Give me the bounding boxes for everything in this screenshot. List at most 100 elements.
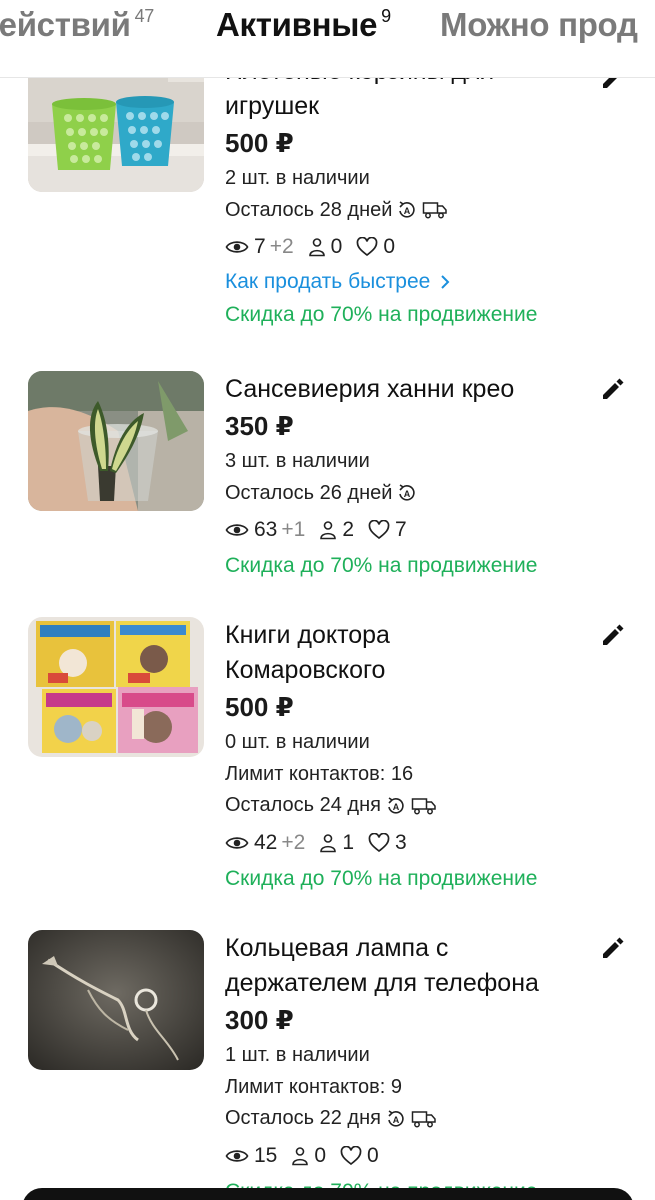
remaining-row: Осталось 22 дня A (225, 1103, 605, 1135)
tab-no-actions[interactable]: действий47 (0, 6, 154, 44)
svg-text:A: A (393, 802, 400, 812)
auto-renew-icon: A (385, 795, 407, 817)
heart-icon (356, 237, 378, 257)
contact-limit-text: Лимит контактов: 9 (225, 1075, 403, 1098)
pencil-icon[interactable] (599, 621, 627, 649)
remaining-row: Осталось 26 дней A (225, 478, 605, 510)
heart-icon (368, 832, 390, 852)
contact-limit-text: Лимит контактов: 16 (225, 762, 414, 785)
listing-title[interactable]: Сансевиерия ханни крео (225, 372, 605, 407)
heart-icon (368, 520, 390, 540)
stock-text: 0 шт. в наличии (225, 731, 370, 753)
person-icon (308, 238, 325, 257)
views-stat: 42 +2 (225, 824, 305, 862)
listing-tabs: действий47 Активные9 Можно прод (0, 0, 655, 78)
listing-price: 350 ₽ (225, 411, 294, 441)
remaining-text: Осталось 28 дней (225, 198, 393, 221)
favorites-count: 3 (395, 830, 407, 854)
truck-icon (411, 796, 437, 816)
promo-link[interactable]: Скидка до 70% на продвижение (225, 549, 605, 582)
favorites-stat: 0 (356, 228, 395, 266)
auto-renew-icon: A (396, 482, 418, 504)
listing-price: 500 ₽ (225, 128, 294, 158)
stats-row: 7 +2 0 0 (225, 228, 605, 266)
bottom-navigation-bar[interactable] (22, 1188, 634, 1200)
eye-icon (225, 524, 249, 536)
svg-text:A: A (404, 489, 411, 499)
listing-photo[interactable] (28, 617, 204, 757)
views-plus: +2 (281, 830, 306, 854)
svg-text:A: A (393, 1115, 400, 1125)
favorites-stat: 7 (368, 511, 407, 549)
favorites-count: 7 (395, 518, 407, 541)
tab-active[interactable]: Активные 9 (216, 6, 391, 44)
listing-photo[interactable] (28, 930, 204, 1070)
promo-link[interactable]: Скидка до 70% на продвижение (225, 862, 605, 895)
contacts-stat: 0 (308, 228, 343, 266)
contacts-count: 2 (342, 518, 354, 541)
favorites-stat: 3 (368, 824, 407, 862)
views-count: 42 (254, 830, 278, 854)
listing-info: Книги доктора Комаровского 500 ₽ 0 шт. в… (225, 618, 605, 895)
eye-icon (225, 1149, 249, 1162)
contacts-count: 0 (314, 1143, 327, 1167)
listing-info: Кольцевая лампа с держателем для телефон… (225, 931, 605, 1200)
views-plus: +1 (281, 518, 306, 541)
stats-row: 63 +1 2 7 (225, 511, 605, 549)
listing-title[interactable]: Кольцевая лампа с (225, 931, 605, 966)
person-icon (292, 1146, 309, 1165)
listing-title-cont[interactable]: игрушек (225, 89, 605, 124)
remaining-text: Осталось 26 дней (225, 481, 393, 504)
truck-icon (411, 1109, 437, 1129)
stats-row: 15 0 0 (225, 1137, 605, 1175)
auto-renew-icon: A (396, 199, 418, 221)
heart-icon (340, 1145, 362, 1165)
contacts-count: 1 (342, 830, 354, 854)
stock-text: 1 шт. в наличии (225, 1044, 370, 1066)
svg-text:A: A (404, 206, 411, 216)
favorites-stat: 0 (340, 1137, 379, 1175)
stats-row: 42 +2 1 3 (225, 824, 605, 862)
contacts-count: 0 (330, 235, 343, 258)
favorites-count: 0 (367, 1143, 379, 1167)
listing-title-cont[interactable]: держателем для телефона (225, 966, 605, 1001)
tab-label: действий (0, 6, 131, 43)
favorites-count: 0 (383, 235, 396, 258)
listing-price: 300 ₽ (225, 1005, 294, 1035)
sell-faster-link[interactable]: Как продать быстрее (225, 266, 605, 298)
listing-info: Сансевиерия ханни крео 350 ₽ 3 шт. в нал… (225, 372, 605, 582)
remaining-row: Осталось 28 дней A (225, 195, 605, 227)
auto-renew-icon: A (385, 1108, 407, 1130)
views-count: 15 (254, 1143, 278, 1167)
tab-can-sell[interactable]: Можно прод (440, 6, 638, 44)
views-stat: 63 +1 (225, 511, 305, 549)
remaining-row: Осталось 24 дня A (225, 790, 605, 822)
remaining-text: Осталось 24 дня (225, 794, 381, 816)
listing-title[interactable]: Книги доктора (225, 618, 605, 653)
tab-count: 47 (134, 6, 155, 26)
views-count: 7 (254, 235, 266, 258)
listing-info: Плетёные корзины для игрушек 500 ₽ 2 шт.… (225, 54, 605, 331)
sell-faster-label: Как продать быстрее (225, 270, 431, 293)
tab-count: 9 (381, 6, 391, 26)
pencil-icon[interactable] (599, 934, 627, 962)
contacts-stat: 2 (319, 511, 354, 549)
remaining-text: Осталось 22 дня (225, 1107, 381, 1129)
listing-photo[interactable] (28, 371, 204, 511)
eye-icon (225, 241, 249, 253)
contacts-stat: 1 (319, 824, 354, 862)
chevron-right-icon (441, 275, 450, 289)
pencil-icon[interactable] (599, 375, 627, 403)
eye-icon (225, 836, 249, 849)
views-stat: 7 +2 (225, 228, 294, 266)
contacts-stat: 0 (291, 1137, 326, 1175)
truck-icon (422, 200, 448, 220)
views-stat: 15 (225, 1137, 277, 1175)
person-icon (320, 833, 337, 852)
stock-text: 2 шт. в наличии (225, 167, 370, 189)
views-count: 63 (254, 518, 278, 541)
tab-label: Активные (216, 6, 378, 43)
views-plus: +2 (269, 235, 294, 258)
promo-link[interactable]: Скидка до 70% на продвижение (225, 298, 605, 331)
listing-title-cont[interactable]: Комаровского (225, 653, 605, 688)
